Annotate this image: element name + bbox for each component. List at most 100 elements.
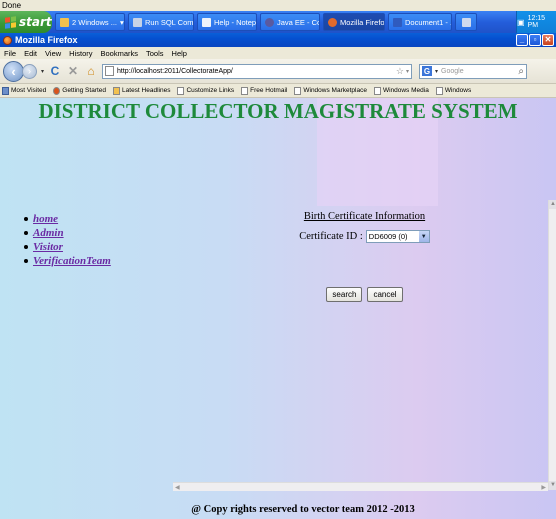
taskbar-item-firefox[interactable]: Mozilla Firefox	[323, 13, 385, 31]
history-dropdown-icon[interactable]: ▾	[41, 68, 44, 75]
taskbar-item-grouped[interactable]	[455, 13, 477, 31]
firefox-icon	[3, 35, 12, 45]
bullet-icon	[24, 245, 28, 249]
most-visited-icon	[2, 86, 9, 95]
vertical-scrollbar[interactable]: ▲ ▼	[548, 200, 556, 490]
minimize-button[interactable]: _	[516, 34, 528, 46]
side-nav: home Admin Visitor VerificationTeam	[24, 212, 111, 268]
menu-file[interactable]: File	[4, 49, 16, 58]
eclipse-icon	[265, 17, 274, 27]
forward-button[interactable]: ›	[22, 63, 37, 79]
form-heading: Birth Certificate Information	[303, 211, 426, 222]
horizontal-scrollbar[interactable]: ◀ ▶	[173, 482, 548, 491]
bookmark-most-visited[interactable]: Most Visited	[2, 86, 46, 95]
bookmark-latest-headlines[interactable]: Latest Headlines	[113, 86, 171, 95]
bookmark-free-hotmail[interactable]: Free Hotmail	[241, 86, 288, 95]
scroll-left-icon[interactable]: ◀	[175, 484, 180, 491]
bullet-icon	[24, 231, 28, 235]
maximize-button[interactable]: ▫	[529, 34, 541, 46]
nav-link-admin[interactable]: Admin	[33, 227, 64, 239]
menu-tools[interactable]: Tools	[146, 49, 164, 58]
certificate-row: Certificate ID : DD6009 (0) ▼	[173, 230, 556, 243]
bookmark-label: Free Hotmail	[250, 87, 288, 94]
bookmark-star-icon[interactable]: ☆	[396, 66, 404, 77]
page-icon	[177, 86, 185, 95]
taskbar-item-sql[interactable]: Run SQL Com...	[128, 13, 194, 31]
bookmark-label: Windows Media	[382, 87, 429, 94]
taskbar-item-word[interactable]: Document1 - ...	[388, 13, 452, 31]
google-icon[interactable]: G	[422, 66, 433, 76]
footer-copyright: @ Copy rights reserved to vector team 20…	[191, 504, 415, 515]
bullet-icon	[24, 217, 28, 221]
search-engine-dropdown-icon[interactable]: ▾	[435, 68, 438, 75]
nav-item-home: home	[24, 212, 111, 226]
menu-bookmarks[interactable]: Bookmarks	[101, 49, 139, 58]
bookmark-customize-links[interactable]: Customize Links	[177, 86, 235, 95]
menu-edit[interactable]: Edit	[24, 49, 37, 58]
menu-view[interactable]: View	[45, 49, 61, 58]
firefox-icon	[53, 86, 61, 95]
menu-help[interactable]: Help	[172, 49, 187, 58]
system-tray: ▣ 12:15 PM	[516, 11, 556, 33]
start-button[interactable]: start	[0, 11, 52, 33]
page-icon	[435, 86, 443, 95]
page-icon	[241, 86, 249, 95]
chevron-down-icon[interactable]: ▼	[418, 231, 429, 242]
content-frame	[173, 200, 556, 491]
bookmark-windows-media[interactable]: Windows Media	[373, 86, 429, 95]
search-button[interactable]: search	[326, 287, 363, 302]
search-input[interactable]: G ▾ Google ⌕	[419, 63, 528, 79]
taskbar-item-label: 2 Windows ...	[72, 17, 118, 27]
cancel-button[interactable]: cancel	[367, 287, 403, 302]
back-button[interactable]: ‹	[3, 60, 24, 82]
window-group-icon	[461, 17, 471, 27]
bookmark-label: Latest Headlines	[122, 87, 171, 94]
search-placeholder: Google	[441, 67, 464, 75]
status-text: Done	[0, 0, 556, 11]
nav-link-verification-team[interactable]: VerificationTeam	[33, 255, 111, 267]
folder-icon	[60, 17, 69, 27]
bookmark-label: Windows	[444, 87, 472, 94]
url-text[interactable]: http://localhost:2011/CollectorateApp/	[117, 68, 233, 75]
search-icon[interactable]: ⌕	[518, 66, 526, 77]
taskbar-item-label: Run SQL Com...	[145, 17, 194, 27]
url-dropdown-icon[interactable]: ▾	[406, 68, 409, 75]
nav-link-home[interactable]: home	[33, 213, 58, 225]
taskbar-item-label: Java EE - Coll...	[277, 17, 319, 27]
reload-icon[interactable]: C	[48, 64, 62, 78]
taskbar-item-notepad[interactable]: Help - Notepad	[197, 13, 257, 31]
scroll-right-icon[interactable]: ▶	[541, 484, 546, 491]
nav-link-visitor[interactable]: Visitor	[33, 241, 63, 253]
start-label: start	[19, 15, 52, 29]
bookmark-windows[interactable]: Windows	[435, 86, 472, 95]
notepad-icon	[202, 17, 211, 27]
bookmark-label: Getting Started	[62, 87, 107, 94]
nav-item-visitor: Visitor	[24, 240, 111, 254]
bookmark-getting-started[interactable]: Getting Started	[53, 86, 107, 95]
tray-icon[interactable]: ▣	[517, 18, 525, 27]
menu-bar: File Edit View History Bookmarks Tools H…	[0, 47, 556, 59]
menu-history[interactable]: History	[69, 49, 92, 58]
window-title: Mozilla Firefox	[15, 35, 78, 45]
scroll-up-icon[interactable]: ▲	[549, 200, 556, 209]
stop-icon[interactable]: ✕	[66, 64, 80, 78]
taskbar-item-label: Mozilla Firefox	[340, 17, 385, 27]
certificate-id-select[interactable]: DD6009 (0) ▼	[365, 230, 430, 243]
nav-item-admin: Admin	[24, 226, 111, 240]
taskbar-item-eclipse[interactable]: Java EE - Coll...	[260, 13, 320, 31]
bookmarks-toolbar: Most Visited Getting Started Latest Head…	[0, 84, 556, 98]
nav-item-verification-team: VerificationTeam	[24, 254, 111, 268]
certificate-id-label: Certificate ID :	[299, 231, 363, 242]
address-bar[interactable]: http://localhost:2011/CollectorateApp/ ☆…	[102, 63, 413, 79]
rss-folder-icon	[113, 86, 121, 95]
bookmark-windows-marketplace[interactable]: Windows Marketplace	[294, 86, 367, 95]
scroll-down-icon[interactable]: ▼	[549, 481, 556, 490]
close-button[interactable]: ✕	[542, 34, 554, 46]
bookmark-label: Customize Links	[186, 87, 235, 94]
taskbar-item-label: Help - Notepad	[214, 17, 257, 27]
taskbar-item-windows[interactable]: 2 Windows ... ▾	[55, 13, 125, 31]
clock: 12:15 PM	[527, 15, 546, 29]
page-content: DISTRICT COLLECTOR MAGISTRATE SYSTEM hom…	[0, 98, 556, 519]
window-titlebar: Mozilla Firefox _ ▫ ✕	[0, 33, 556, 47]
home-icon[interactable]: ⌂	[84, 64, 98, 78]
